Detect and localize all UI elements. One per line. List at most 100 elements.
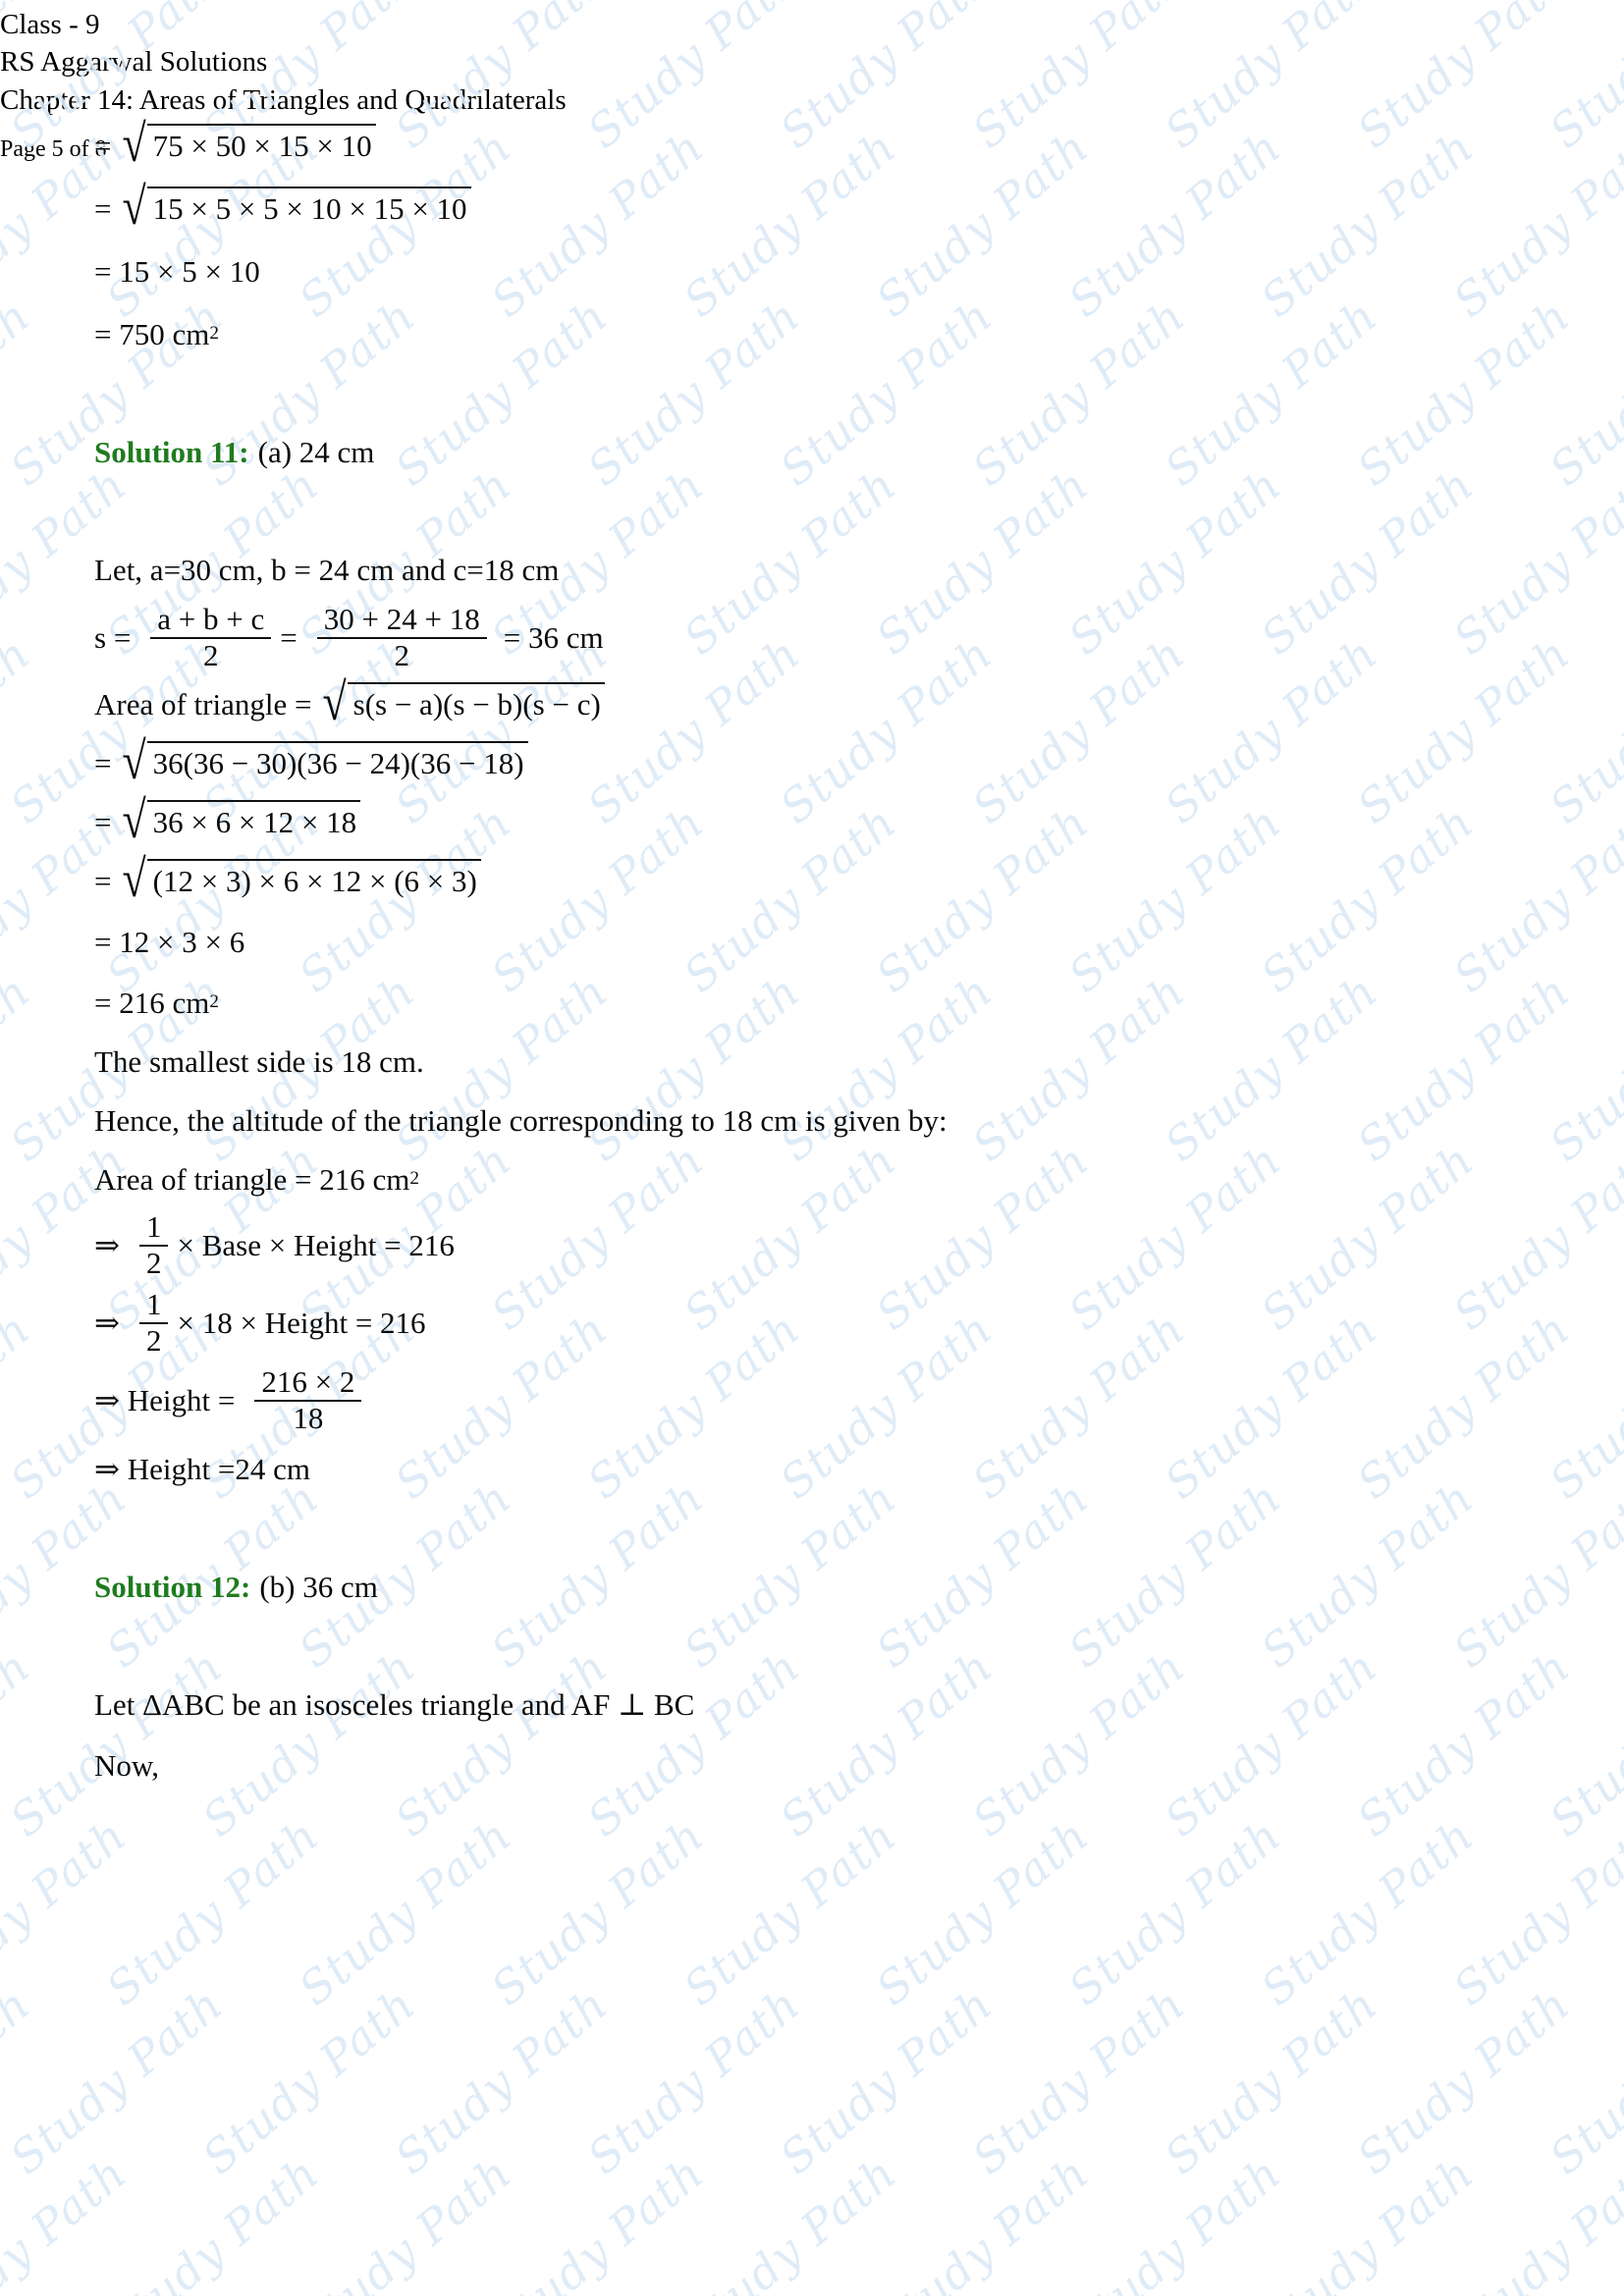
watermark-text: Study Path (1251, 1808, 1485, 2016)
equals-sign: = (94, 804, 112, 839)
equals-sign: = (94, 745, 112, 780)
radicand: s(s − a)(s − b)(s − c) (347, 682, 605, 725)
heron-step5-row: = 12 × 3 × 6 (94, 919, 1624, 964)
fraction-abc-over-2: a + b + c 2 (150, 602, 272, 672)
height-result-row: ⇒ Height =24 cm (94, 1446, 1624, 1491)
hence-altitude-line: Hence, the altitude of the triangle corr… (94, 1097, 1624, 1143)
heron-formula-row: Area of triangle = √ s(s − a)(s − b)(s −… (94, 675, 1624, 728)
watermark-text: Study Path (674, 2146, 907, 2296)
fraction-numbers-over-2: 30 + 24 + 18 2 (316, 602, 487, 672)
sqrt-group: √ (12 × 3) × 6 × 12 × (6 × 3) (122, 852, 481, 905)
denominator: 2 (138, 1321, 169, 1358)
setup-text: Let ΔABC be an isosceles triangle and AF… (94, 1686, 695, 1722)
solution-12-heading-row: Solution 12: (b) 36 cm (94, 1564, 1624, 1609)
watermark-text: Study Path (1443, 1808, 1624, 2016)
watermark-text: Study Path (0, 2146, 137, 2296)
watermark-text: Study Path (866, 2146, 1100, 2296)
equation-text: = 12 × 3 × 6 (94, 924, 245, 959)
radicand: 75 × 50 × 15 × 10 (146, 124, 376, 167)
solution-11-label: Solution 11: (94, 434, 249, 469)
watermark-text: Study Path (96, 1808, 330, 2016)
equation-sqrt-75-50-15-10: = √ 75 × 50 × 15 × 10 (94, 117, 1624, 170)
implies-icon: ⇒ (94, 1228, 120, 1263)
height-fraction-row: ⇒ Height = 216 × 2 18 (94, 1366, 1624, 1434)
equation-text: = 216 cm (94, 985, 210, 1020)
watermark-text: Study Path (1058, 1808, 1292, 2016)
fraction-216x2-over-18: 216 × 2 18 (254, 1366, 362, 1435)
sqrt-group: √ s(s − a)(s − b)(s − c) (322, 675, 605, 728)
heron-step4-row: = √ (12 × 3) × 6 × 12 × (6 × 3) (94, 852, 1624, 905)
equation-text: Area of triangle = 216 cm (94, 1161, 410, 1197)
equation-15-5-10: = 15 × 5 × 10 (94, 248, 1624, 294)
radical-icon: √ (122, 114, 146, 174)
solution-12-now-line: Now, (94, 1742, 1624, 1788)
denominator: 18 (254, 1399, 362, 1435)
solution-12-answer: (b) 36 cm (259, 1569, 378, 1604)
fraction-one-half: 1 2 (138, 1209, 169, 1280)
heron-step3-row: = √ 36 × 6 × 12 × 18 (94, 793, 1624, 846)
half-18-height-row: ⇒ 1 2 × 18 × Height = 216 (94, 1289, 1624, 1357)
watermark-text: Study Path (1443, 2146, 1624, 2296)
equation-text: × 18 × Height = 216 (177, 1306, 426, 1341)
equation-750-cm2: = 750 cm 2 (94, 316, 219, 351)
solution-12-setup-line: Let ΔABC be an isosceles triangle and AF… (94, 1682, 1624, 1727)
solution-11-heading-row: Solution 11: (a) 24 cm (94, 429, 1624, 474)
radical-icon: √ (122, 177, 146, 237)
watermark-text: Study Path (96, 2146, 330, 2296)
sqrt-group: √ 36 × 6 × 12 × 18 (122, 793, 361, 846)
denominator: 2 (138, 1244, 169, 1280)
s-label: s = (94, 620, 132, 656)
half-base-height-row: ⇒ 1 2 × Base × Height = 216 (94, 1211, 1624, 1279)
watermark-text: Study Path (1058, 2146, 1292, 2296)
header-class-line: Class - 9 (0, 9, 100, 40)
radical-icon: √ (122, 849, 146, 909)
radicand: 36 × 6 × 12 × 18 (146, 800, 361, 843)
equals-sign: = (94, 190, 112, 226)
solution-11-answer: (a) 24 cm (257, 434, 375, 469)
watermark-text: Study Path (192, 1977, 426, 2185)
watermark-text: Study Path (770, 1977, 1003, 2185)
radicand: 15 × 5 × 5 × 10 × 15 × 10 (146, 187, 471, 230)
watermark-text: Study Path (1155, 1977, 1388, 2185)
equals-sign: = (94, 128, 112, 163)
equals-sign: = (280, 620, 298, 656)
header-book-line: RS Aggarwal Solutions (0, 46, 268, 79)
now-text: Now, (94, 1747, 160, 1783)
numerator: 30 + 24 + 18 (323, 602, 480, 636)
solution-12-label: Solution 12: (94, 1569, 251, 1604)
watermark-text: Study Path (481, 2146, 715, 2296)
denominator: 2 (316, 636, 487, 672)
numerator: a + b + c (157, 602, 265, 636)
watermark-text: Study Path (1251, 2146, 1485, 2296)
numerator: 1 (145, 1209, 162, 1245)
semiperimeter-equation: s = a + b + c 2 = 30 + 24 + 18 2 = 36 cm (94, 602, 1624, 672)
smallest-side-text: The smallest side is 18 cm. (94, 1043, 424, 1079)
sqrt-group: √ 75 × 50 × 15 × 10 (122, 117, 376, 170)
watermark-text: Study Path (481, 1808, 715, 2016)
heron-label: Area of triangle = (94, 686, 312, 721)
watermark-text: Study Path (289, 2146, 522, 2296)
watermark-text: Study Path (866, 1808, 1100, 2016)
sqrt-group: √ 36(36 − 30)(36 − 24)(36 − 18) (122, 734, 528, 787)
page-header-bar: Class - 9 RS Aggarwal Solutions Chapter … (0, 0, 1624, 116)
semiperimeter-result: = 36 cm (503, 620, 604, 656)
hence-text: Hence, the altitude of the triangle corr… (94, 1102, 947, 1138)
numerator: 1 (145, 1287, 162, 1322)
watermark-text: Study Path (0, 1977, 41, 2184)
watermark-text: Study Path (0, 1808, 137, 2016)
smallest-side-line: The smallest side is 18 cm. (94, 1039, 1624, 1084)
radicand: 36(36 − 30)(36 − 24)(36 − 18) (146, 741, 528, 784)
equation-text: × Base × Height = 216 (177, 1228, 455, 1263)
heron-area-result-row: = 216 cm 2 (94, 985, 219, 1020)
watermark-text: Study Path (577, 1977, 811, 2185)
watermark-text: Study Path (1540, 1977, 1624, 2185)
implies-icon: ⇒ (94, 1306, 120, 1341)
equation-sqrt-factored: = √ 15 × 5 × 5 × 10 × 15 × 10 (94, 180, 1624, 233)
fraction-one-half: 1 2 (138, 1287, 169, 1358)
radical-icon: √ (322, 672, 347, 732)
heron-substituted-row: = √ 36(36 − 30)(36 − 24)(36 − 18) (94, 734, 1624, 787)
radical-icon: √ (122, 731, 146, 791)
radicand: (12 × 3) × 6 × 12 × (6 × 3) (146, 859, 481, 902)
given-values-text: Let, a=30 cm, b = 24 cm and c=18 cm (94, 552, 560, 587)
denominator: 2 (150, 636, 272, 672)
